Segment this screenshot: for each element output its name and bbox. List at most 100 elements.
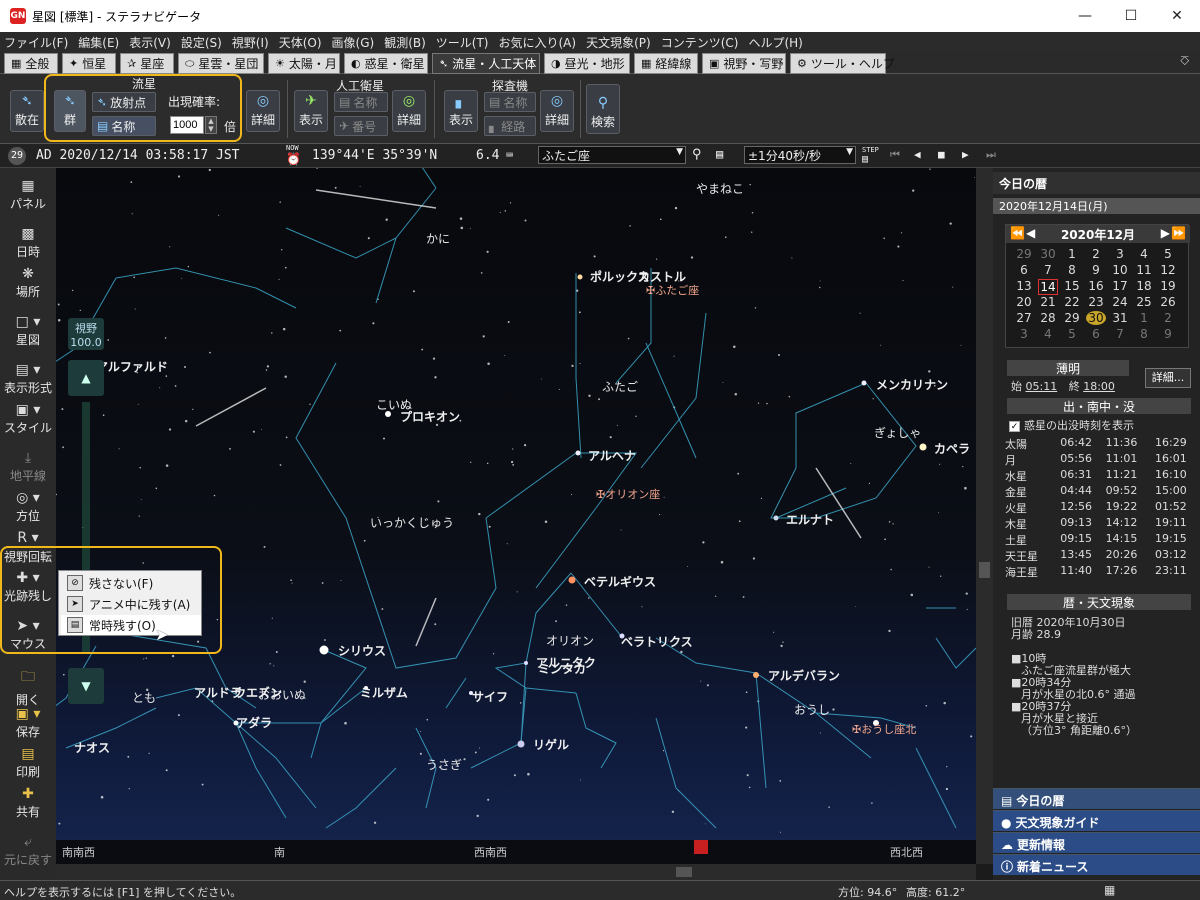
satellite-number-toggle[interactable]: ✈ 番号 [334,116,388,136]
menu-edit[interactable]: 編集(E) [78,34,119,51]
calendar-day[interactable]: 12 [1158,263,1178,277]
star-label[interactable]: サイフ [472,688,508,705]
calendar-day[interactable]: 18 [1134,279,1154,293]
trail-none-option[interactable]: ⊘ 残さない(F) [61,573,201,593]
calendar-day[interactable]: 25 [1134,295,1154,309]
zoom-out-icon[interactable]: ▼ [68,668,104,704]
tab-meteors[interactable]: ➴ 流星・人工天体 [432,53,540,74]
satellite-show-button[interactable]: ✈ 表示 [294,90,328,132]
magnitude-display[interactable]: 6.4 [476,148,499,163]
tab-planets[interactable]: ◐ 惑星・衛星 [344,53,428,74]
calendar-day[interactable]: 10 [1110,263,1130,277]
datetime-display[interactable]: AD 2020/12/14 03:58:17 JST [36,148,240,163]
radiant-label[interactable]: ✠ふたご座 [646,282,699,298]
next-month-icon[interactable]: ▶ [1161,226,1170,240]
tab-general[interactable]: ▦ 全般 [4,53,58,74]
calendar-day[interactable]: 1 [1062,247,1082,261]
menu-view[interactable]: 表示(V) [129,34,171,51]
menu-contents[interactable]: コンテンツ(C) [661,34,739,51]
star-label[interactable]: シリウス [338,642,386,659]
calendar-day[interactable]: 21 [1038,295,1058,309]
close-icon[interactable]: ✕ [1154,0,1200,32]
clock-icon[interactable]: ⏰ [286,152,301,166]
planet-rise-checkbox[interactable]: ✓ 惑星の出没時刻を表示 [1009,417,1134,433]
calendar-day[interactable]: 23 [1086,295,1106,309]
calendar-day[interactable]: 22 [1062,295,1082,309]
menu-file[interactable]: ファイル(F) [4,34,68,51]
calendar-day[interactable]: 31 [1110,311,1130,325]
horizon-button[interactable]: ⤓ 地平線 [0,450,56,484]
star-label[interactable]: エルナト [786,511,834,528]
rotate-button[interactable]: R ▾ [0,530,56,547]
scroll-thumb[interactable] [676,867,692,877]
calendar-day[interactable]: 17 [1110,279,1130,293]
search-button[interactable]: ⚲ 検索 [586,84,620,134]
star-label[interactable]: ベラトリクス [621,633,693,650]
tab-constellations[interactable]: ✰ 星座 [120,53,174,74]
resize-grip-icon[interactable]: ▦ [1104,883,1115,897]
next-year-icon[interactable]: ⏩ [1171,226,1186,240]
calendar-day[interactable]: 2 [1158,311,1178,325]
calendar-day[interactable]: 4 [1038,327,1058,341]
horizontal-scrollbar[interactable] [56,864,976,880]
menu-phenomena[interactable]: 天文現象(P) [586,34,651,51]
star-label[interactable]: メンカリナン [876,376,948,393]
print-button[interactable]: ▤ 印刷 [0,746,56,780]
calendar-day[interactable]: 30 [1038,247,1058,261]
search-icon[interactable]: ⚲ [692,147,702,162]
speed-select[interactable]: ±1分40秒/秒 ▼ [744,146,856,164]
satellite-detail-button[interactable]: ◎ 詳細 [392,90,426,132]
calendar-day[interactable]: 11 [1134,263,1154,277]
calendar-day[interactable]: 28 [1038,311,1058,325]
chart-button[interactable]: □ ▾ 星図 [0,314,56,348]
radiant-label[interactable]: ✠オリオン座 [596,486,660,502]
bottom-tab-today[interactable]: ▤ 今日の暦 [993,788,1200,809]
menu-tools[interactable]: ツール(T) [436,34,489,51]
calendar-day[interactable]: 19 [1158,279,1178,293]
calendar-day[interactable]: 2 [1086,247,1106,261]
tab-daylight[interactable]: ◑ 昼光・地形 [544,53,630,74]
calendar-day[interactable]: 27 [1014,311,1034,325]
calendar-day[interactable]: 13 [1014,279,1034,293]
satellite-name-toggle[interactable]: ▤ 名称 [334,92,388,112]
pin-icon[interactable]: ⎏ [1180,54,1196,70]
star-label[interactable]: ナオス [74,739,110,756]
tab-tools-help[interactable]: ⚙ ツール・ヘルプ [790,53,895,74]
save-button[interactable]: ▣ ▾ 保存 [0,706,56,740]
menu-help[interactable]: ヘルプ(H) [748,34,802,51]
calendar-day[interactable]: 3 [1014,327,1034,341]
sky-view[interactable]: やまねこ かに ふたご ぎょしゃ いっかくじゅう オリオン おおいぬ とも おう… [56,168,976,864]
tab-stars[interactable]: ✦ 恒星 [62,53,116,74]
calendar-day[interactable]: 29 [1014,247,1034,261]
menu-settings[interactable]: 設定(S) [181,34,222,51]
menu-field[interactable]: 視野(I) [232,34,269,51]
scroll-thumb[interactable] [979,562,990,578]
calendar-day[interactable]: 9 [1158,327,1178,341]
star-label[interactable]: ミルザム [360,684,408,701]
star-label[interactable]: ミンタカ [538,660,586,677]
tab-fov[interactable]: ▣ 視野・写野 [702,53,786,74]
stop-icon[interactable]: ■ [938,148,945,161]
calendar-day[interactable]: 5 [1062,327,1082,341]
star-label[interactable]: ベテルギウス [584,573,656,590]
meteor-detail-button[interactable]: ◎ 詳細 [246,90,280,132]
share-button[interactable]: ✚ 共有 [0,786,56,820]
calendar-day[interactable]: 7 [1110,327,1130,341]
star-label[interactable]: リゲル [533,736,569,753]
skip-back-icon[interactable]: ⏮ [890,148,900,162]
direction-button[interactable]: ◎ ▾ 方位 [0,490,56,524]
scatter-button[interactable]: ➴ 散在 [10,90,44,132]
maximize-icon[interactable]: ☐ [1108,0,1154,32]
coords-display[interactable]: 139°44'E 35°39'N [312,148,437,163]
zoom-in-icon[interactable]: ▲ [68,360,104,396]
list-icon[interactable]: ▤ [716,147,723,161]
star-label[interactable]: アダラ [236,714,272,731]
star-label[interactable]: アルデバラン [768,667,840,684]
probe-path-toggle[interactable]: ▖ 経路 [484,116,536,136]
style-button[interactable]: ▣ ▾ スタイル [0,402,56,436]
display-mode-button[interactable]: ▤ ▾ 表示形式 [0,362,56,396]
menu-image[interactable]: 画像(G) [332,34,375,51]
calendar-day[interactable]: 8 [1134,327,1154,341]
calendar-day[interactable]: 5 [1158,247,1178,261]
keyboard-icon[interactable]: ⌨ [506,148,513,162]
